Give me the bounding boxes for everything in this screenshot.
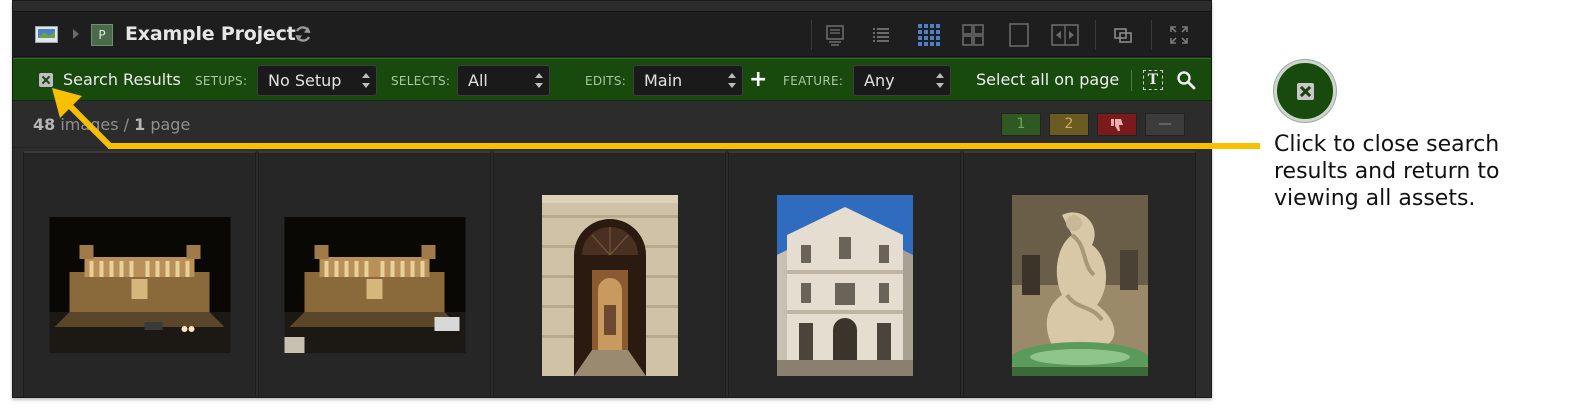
page-count: 1	[134, 115, 146, 134]
image-count: 48	[33, 115, 56, 134]
rating-filter-1[interactable]: 1	[1001, 113, 1041, 136]
asset-cell[interactable]	[493, 151, 726, 397]
search-results-title: Search Results	[63, 70, 181, 89]
callout-close-search-icon	[1274, 60, 1336, 122]
feature-value: Any	[864, 71, 895, 90]
rating-filter-2[interactable]: 2	[1049, 113, 1089, 136]
page-count-label: page	[150, 115, 191, 134]
search-icon[interactable]	[1176, 70, 1196, 90]
asset-cell[interactable]	[963, 151, 1196, 397]
results-count: 48 images / 1 page	[33, 114, 190, 136]
view-small-grid-icon[interactable]	[915, 21, 943, 49]
image-thumbnail-icon[interactable]	[35, 26, 58, 43]
feature-select[interactable]: Any	[853, 65, 951, 96]
refresh-icon[interactable]	[293, 24, 313, 44]
selects-select-arrows-icon	[535, 72, 543, 89]
view-mode-toolbar	[811, 12, 1211, 58]
view-large-grid-icon[interactable]	[959, 21, 987, 49]
asset-cell[interactable]	[258, 151, 491, 397]
feature-label: FEATURE:	[783, 74, 844, 88]
setups-label: SETUPS:	[195, 74, 248, 88]
selects-select[interactable]: All	[457, 65, 550, 96]
asset-thumbnail[interactable]	[776, 195, 913, 376]
project-badge: P	[91, 24, 113, 46]
setups-select-arrows-icon	[362, 72, 370, 89]
edits-select-arrows-icon	[728, 72, 736, 89]
view-single-icon[interactable]	[1005, 21, 1033, 49]
project-header: P Example Project	[13, 11, 1211, 57]
fullscreen-icon[interactable]	[1165, 21, 1193, 49]
count-separator: /	[123, 115, 130, 134]
asset-cell[interactable]	[728, 151, 961, 397]
text-overlay-toggle-icon[interactable]: T	[1143, 70, 1163, 90]
asset-thumbnail[interactable]	[1011, 195, 1148, 376]
asset-grid	[23, 151, 1201, 397]
selects-value: All	[468, 71, 488, 90]
edits-label: EDITS:	[585, 74, 627, 88]
search-results-bar: Search Results SETUPS: No Setup SELECTS:…	[13, 58, 1211, 101]
project-title[interactable]: Example Project	[125, 22, 296, 46]
asset-thumbnail[interactable]	[284, 217, 465, 353]
add-edit-button[interactable]: +	[749, 67, 767, 93]
edits-value: Main	[644, 71, 683, 90]
asset-thumbnail[interactable]	[541, 195, 678, 376]
thumbs-down-icon	[1111, 119, 1123, 131]
asset-cell[interactable]	[23, 151, 256, 397]
edits-select[interactable]: Main	[633, 65, 743, 96]
view-list-icon[interactable]	[867, 21, 895, 49]
close-search-icon[interactable]	[39, 73, 53, 87]
setups-select[interactable]: No Setup	[257, 65, 377, 96]
results-count-row: 48 images / 1 page 1 2 —	[13, 102, 1211, 148]
view-overlap-icon[interactable]	[1109, 21, 1137, 49]
breadcrumb-arrow-icon	[73, 29, 79, 39]
asset-thumbnail[interactable]	[49, 217, 230, 353]
toolbar-divider	[1131, 70, 1132, 91]
feature-select-arrows-icon	[936, 72, 944, 89]
view-filmstrip-icon[interactable]	[821, 21, 849, 49]
rating-filter-unrated[interactable]: —	[1145, 113, 1185, 136]
image-count-label: images	[60, 115, 119, 134]
view-compare-icon[interactable]	[1051, 21, 1079, 49]
callout-text: Click to close search results and return…	[1274, 132, 1500, 211]
app-window: P Example Project Search Results SETUPS:…	[12, 0, 1212, 398]
setups-value: No Setup	[268, 71, 342, 90]
select-all-on-page-button[interactable]: Select all on page	[976, 69, 1119, 91]
selects-label: SELECTS:	[391, 74, 451, 88]
rating-filter-reject[interactable]	[1097, 113, 1137, 136]
